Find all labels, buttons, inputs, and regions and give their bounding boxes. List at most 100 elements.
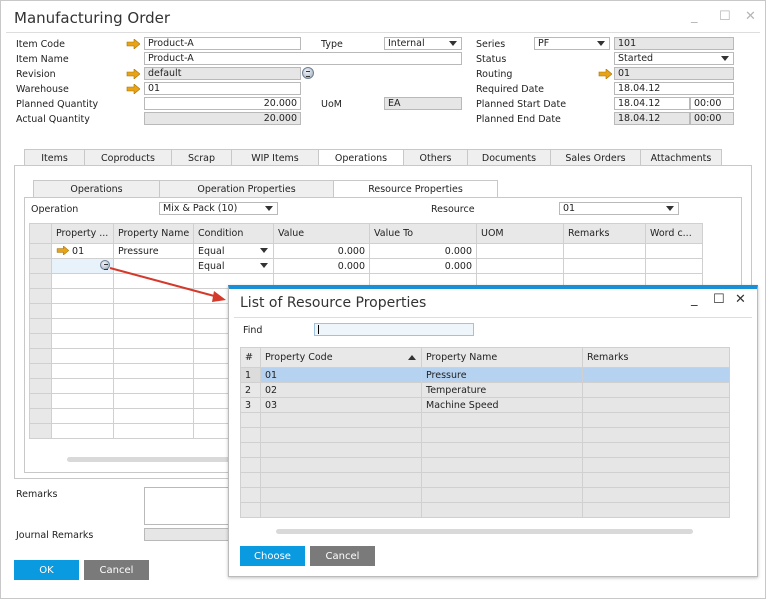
maximize-button[interactable]: ☐ (719, 9, 731, 24)
value-cell[interactable]: 0.000 (273, 258, 370, 274)
empty-cell[interactable] (51, 378, 114, 394)
empty-cell[interactable] (113, 423, 194, 439)
property-name-cell[interactable] (113, 258, 194, 274)
empty-cell[interactable] (51, 393, 114, 409)
column-header-number[interactable]: # (240, 347, 261, 368)
dialog-cancel-button[interactable]: Cancel (310, 546, 375, 566)
subtab-operations[interactable]: Operations (33, 180, 160, 197)
planned-start-date-field[interactable]: 18.04.12 (614, 97, 690, 110)
word-cell[interactable] (645, 243, 703, 259)
empty-cell[interactable] (113, 333, 194, 349)
empty-cell[interactable] (113, 378, 194, 394)
empty-cell[interactable] (51, 273, 114, 289)
empty-cell[interactable] (29, 408, 52, 424)
value-to-cell[interactable]: 0.000 (369, 243, 477, 259)
empty-cell[interactable] (29, 348, 52, 364)
column-header-property-code[interactable]: Property Code (260, 347, 422, 368)
empty-cell[interactable] (51, 333, 114, 349)
empty-cell[interactable] (29, 273, 52, 289)
revision-field[interactable]: default (144, 67, 301, 80)
tab-documents[interactable]: Documents (467, 149, 551, 166)
empty-cell[interactable] (51, 303, 114, 319)
subtab-operation-properties[interactable]: Operation Properties (159, 180, 334, 197)
condition-cell[interactable]: Equal (193, 243, 274, 259)
empty-cell[interactable] (51, 288, 114, 304)
find-input[interactable] (314, 323, 474, 336)
row-number[interactable]: 2 (240, 382, 261, 398)
minimize-button[interactable]: _ (691, 9, 698, 24)
empty-cell[interactable] (113, 288, 194, 304)
empty-cell[interactable] (29, 393, 52, 409)
empty-cell[interactable] (29, 363, 52, 379)
empty-cell[interactable] (51, 423, 114, 439)
list-horizontal-scrollbar[interactable] (276, 529, 693, 534)
dialog-maximize-button[interactable]: ☐ (713, 292, 725, 307)
condition-cell[interactable]: Equal (193, 258, 274, 274)
uom-cell[interactable] (476, 258, 564, 274)
resource-select[interactable]: 01 (559, 202, 679, 215)
empty-cell[interactable] (29, 303, 52, 319)
remarks-cell[interactable] (582, 367, 730, 383)
empty-cell[interactable] (51, 348, 114, 364)
tab-attachments[interactable]: Attachments (640, 149, 722, 166)
empty-cell[interactable] (29, 378, 52, 394)
item-name-field[interactable]: Product-A (144, 52, 462, 65)
empty-cell[interactable] (29, 288, 52, 304)
required-date-field[interactable]: 18.04.12 (614, 82, 734, 95)
empty-cell[interactable] (113, 393, 194, 409)
empty-cell[interactable] (51, 318, 114, 334)
uom-cell[interactable] (476, 243, 564, 259)
empty-cell[interactable] (29, 423, 52, 439)
empty-cell[interactable] (113, 363, 194, 379)
column-header-value[interactable]: Value (273, 223, 370, 244)
property-name-cell[interactable]: Machine Speed (421, 397, 583, 413)
status-select[interactable]: Started (614, 52, 734, 65)
property-name-cell[interactable]: Temperature (421, 382, 583, 398)
column-header-remarks[interactable]: Remarks (582, 347, 730, 368)
list-item[interactable]: 3 03 Machine Speed (240, 397, 730, 413)
property-code-cell[interactable]: 03 (260, 397, 422, 413)
word-cell[interactable] (645, 258, 703, 274)
operation-select[interactable]: Mix & Pack (10) (159, 202, 278, 215)
tab-scrap[interactable]: Scrap (171, 149, 232, 166)
property-link-arrow-icon[interactable] (56, 244, 70, 256)
property-name-cell[interactable]: Pressure (113, 243, 194, 259)
planned-start-time-field[interactable]: 00:00 (690, 97, 734, 110)
planned-quantity-field[interactable]: 20.000 (144, 97, 301, 110)
column-header-property-code[interactable]: Property ... (51, 223, 114, 244)
empty-cell[interactable] (29, 333, 52, 349)
property-name-cell[interactable]: Pressure (421, 367, 583, 383)
choose-button[interactable]: Choose (240, 546, 305, 566)
tab-items[interactable]: Items (24, 149, 85, 166)
remarks-cell[interactable] (563, 243, 646, 259)
cancel-button[interactable]: Cancel (84, 560, 149, 580)
empty-cell[interactable] (51, 408, 114, 424)
routing-link-arrow-icon[interactable] (598, 69, 612, 79)
empty-cell[interactable] (113, 408, 194, 424)
row-header[interactable] (29, 243, 52, 259)
tab-coproducts[interactable]: Coproducts (84, 149, 172, 166)
empty-cell[interactable] (113, 318, 194, 334)
property-code-cell[interactable]: 01 (260, 367, 422, 383)
remarks-cell[interactable] (563, 258, 646, 274)
column-header-value-to[interactable]: Value To (369, 223, 477, 244)
property-code-cell[interactable]: 02 (260, 382, 422, 398)
dialog-minimize-button[interactable]: _ (691, 292, 698, 307)
warehouse-field[interactable]: 01 (144, 82, 301, 95)
column-header-word[interactable]: Word c... (645, 223, 703, 244)
value-cell[interactable]: 0.000 (273, 243, 370, 259)
close-button[interactable]: ✕ (745, 9, 756, 24)
row-header[interactable] (29, 258, 52, 274)
value-to-cell[interactable]: 0.000 (369, 258, 477, 274)
empty-cell[interactable] (29, 318, 52, 334)
tab-others[interactable]: Others (403, 149, 468, 166)
item-code-field[interactable]: Product-A (144, 37, 301, 50)
dialog-close-button[interactable]: ✕ (735, 292, 746, 307)
tab-sales-orders[interactable]: Sales Orders (550, 149, 641, 166)
row-number[interactable]: 3 (240, 397, 261, 413)
row-number[interactable]: 1 (240, 367, 261, 383)
property-code-cell[interactable]: 01 (51, 243, 114, 259)
series-select[interactable]: PF (534, 37, 610, 50)
warehouse-link-arrow-icon[interactable] (126, 84, 140, 94)
item-code-link-arrow-icon[interactable] (126, 39, 140, 49)
